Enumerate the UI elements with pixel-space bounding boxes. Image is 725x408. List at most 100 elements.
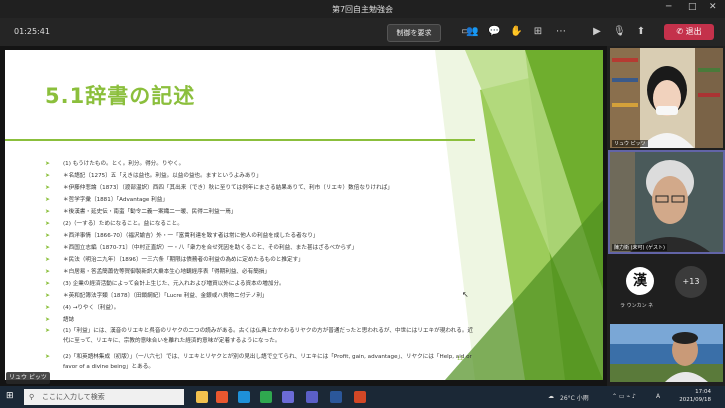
bullet-arrow-icon: ➤ bbox=[45, 196, 51, 203]
slide-title: 5.1辞書の記述 bbox=[45, 84, 196, 108]
participants-panel: リュウ ピッツ 陳力衛 (未可) (ゲスト) 漢 ラ ウンカン ネ bbox=[607, 46, 725, 386]
bullet-item: ➤ ＊伊藤仲悲論〔1873〕（渡部温訳）西四「其出来（でき）秋に至りては例年にまさ… bbox=[45, 182, 475, 194]
taskbar-search[interactable]: ⚲ ここに入力して検索 bbox=[24, 389, 184, 405]
reactions-icon[interactable]: ✋ bbox=[510, 26, 522, 38]
video-tile-active[interactable]: 陳力衛 (未可) (ゲスト) bbox=[608, 150, 725, 254]
window-titlebar: 第7回自主勉強会 ─ □ ✕ bbox=[0, 0, 725, 18]
mic-icon[interactable]: 🎙 bbox=[613, 26, 626, 38]
chrome-icon[interactable] bbox=[260, 391, 272, 403]
bullet-item: ➤ ＊西国立志編〔1870-71〕（中村正直訳）一・八「衆力を合せ死因を助くること… bbox=[45, 242, 475, 254]
more-participants-button[interactable]: +13 bbox=[675, 266, 707, 298]
bullet-arrow-icon: ➤ bbox=[45, 220, 51, 227]
file-explorer-icon[interactable] bbox=[196, 391, 208, 403]
bullet-item: ➤ ＊西洋事情〔1866-70〕（福沢諭吉）外・一「富貴利達を致す者は常に他人の利… bbox=[45, 230, 475, 242]
bullet-text: ＊後漢書・延史伝・南蛮「勧令二義一案織二一暖、民得二利益一焉」 bbox=[63, 209, 237, 215]
bullet-text: ＊英和記簿法字類〔1878〕（田鎖綱紀）「Lucre 利益、金銀或ハ貨物ニ付テノ… bbox=[63, 293, 268, 299]
mouse-cursor-icon: ↖ bbox=[462, 290, 469, 299]
clock-date: 2021/09/18 bbox=[679, 397, 711, 403]
phone-icon: ✆ bbox=[676, 27, 686, 36]
more-icon[interactable]: ⋯ bbox=[555, 26, 567, 38]
bullet-item: ➤ ＊哲学字彙〔1881〕「Advantage 利益」 bbox=[45, 194, 475, 206]
bullet-text: 語誌 bbox=[63, 317, 75, 323]
word-icon[interactable] bbox=[330, 391, 342, 403]
window-title: 第7回自主勉強会 bbox=[331, 5, 394, 14]
weather-text[interactable]: 26°C 小雨 bbox=[560, 393, 589, 402]
office-icon[interactable] bbox=[216, 391, 228, 403]
bullet-arrow-icon: ➤ bbox=[45, 327, 51, 334]
bullet-arrow-icon: ➤ bbox=[45, 232, 51, 239]
bullet-item: ➤ (4) →りやく（利益）。 bbox=[45, 302, 475, 314]
leave-label: 退出 bbox=[685, 27, 702, 36]
bullet-item: ➤ ＊白居易・答孟簡蕭佐等賀御製新訳大乗本生心地観経序表「得期利益、必有簡損」 bbox=[45, 266, 475, 278]
windows-start-icon[interactable]: ⊞ bbox=[6, 391, 14, 401]
shared-screen: 5.1辞書の記述 ➤ (1) もうけたもの。とく。利分。得分。りやく。 ➤ ＊名語記… bbox=[0, 46, 607, 386]
request-control-button[interactable]: 制御を要求 bbox=[387, 24, 441, 42]
bullet-arrow-icon: ➤ bbox=[45, 172, 51, 179]
bullet-text: (2)「和英語林集成（初版）」（一八六七）では、リエキとリヤクとが別の見出し語で… bbox=[63, 354, 472, 370]
bullet-text: (3) 企業の経済活動によって会計上生じた、元入れおよび増資以外による資本の増加… bbox=[63, 281, 285, 287]
taskbar-clock[interactable]: 17:04 2021/09/18 bbox=[679, 388, 711, 404]
bullet-text: ＊民法（明治二九年）〔1896〕一三六条「期限は債務者の利益の為めに定めたるもの… bbox=[63, 257, 304, 263]
bullet-item: ➤ (1)「利益」には、漢音のリエキと呉音のリヤクの二つの読みがある。古くは仏典と… bbox=[45, 326, 475, 350]
people-icon[interactable]: 👥 bbox=[466, 26, 478, 38]
bullet-text: ＊西洋事情〔1866-70〕（福沢諭吉）外・一「富貴利達を致す者は常に他人の利益… bbox=[63, 233, 319, 239]
title-underline bbox=[5, 139, 475, 141]
bullet-arrow-icon: ➤ bbox=[45, 304, 51, 311]
slide: 5.1辞書の記述 ➤ (1) もうけたもの。とく。利分。得分。りやく。 ➤ ＊名語記… bbox=[5, 50, 603, 380]
bullet-arrow-icon: ➤ bbox=[45, 280, 51, 287]
camera-icon[interactable]: ▶ bbox=[591, 26, 603, 38]
bullet-item: ➤ 語誌 bbox=[45, 314, 475, 326]
bullet-text: ＊名語記〔1275〕五「えきは益也。利益。以益の益也。ますというよみあり」 bbox=[63, 173, 262, 179]
bullet-item: ➤ ＊英和記簿法字類〔1878〕（田鎖綱紀）「Lucre 利益、金銀或ハ貨物ニ付テ… bbox=[45, 290, 475, 302]
bullet-arrow-icon: ➤ bbox=[45, 244, 51, 251]
bullet-arrow-icon: ➤ bbox=[45, 160, 51, 167]
bullet-text: (1) もうけたもの。とく。利分。得分。りやく。 bbox=[63, 161, 185, 167]
chat-icon[interactable]: 💬 bbox=[488, 26, 500, 38]
minimize-icon[interactable]: ─ bbox=[666, 2, 671, 12]
participant-video bbox=[610, 324, 723, 382]
page-number: 12 bbox=[457, 356, 464, 362]
edge-icon[interactable] bbox=[238, 391, 250, 403]
slide-bullets: ➤ (1) もうけたもの。とく。利分。得分。りやく。 ➤ ＊名語記〔1275〕五「え… bbox=[45, 158, 475, 376]
rooms-icon[interactable]: ⊞ bbox=[532, 26, 544, 38]
bullet-item: ➤ ＊後漢書・延史伝・南蛮「勧令二義一案織二一暖、民得二利益一焉」 bbox=[45, 206, 475, 218]
participant-name: リュウ ピッツ bbox=[612, 140, 648, 147]
bullet-item: ➤ (3) 企業の経済活動によって会計上生じた、元入れおよび増資以外による資本の増… bbox=[45, 278, 475, 290]
app-icon[interactable] bbox=[282, 391, 294, 403]
bullet-arrow-icon: ➤ bbox=[45, 268, 51, 275]
bullet-item: ➤ ＊民法（明治二九年）〔1896〕一三六条「期限は債務者の利益の為めに定めたるも… bbox=[45, 254, 475, 266]
maximize-icon[interactable]: □ bbox=[688, 2, 697, 12]
presenter-name: リュウ ピッツ bbox=[6, 372, 50, 384]
participant-avatar[interactable]: 漢 bbox=[626, 267, 654, 295]
bullet-item: ➤ (1) もうけたもの。とく。利分。得分。りやく。 bbox=[45, 158, 475, 170]
teams-icon[interactable] bbox=[306, 391, 318, 403]
tray-icons[interactable]: ⌃ ▭ ⌁ ♪ bbox=[612, 393, 636, 400]
bullet-arrow-icon: ➤ bbox=[45, 256, 51, 263]
bullet-item: ➤ ＊名語記〔1275〕五「えきは益也。利益。以益の益也。ますというよみあり」 bbox=[45, 170, 475, 182]
bullet-arrow-icon: ➤ bbox=[45, 184, 51, 191]
participant-video bbox=[610, 152, 723, 252]
bullet-arrow-icon: ➤ bbox=[45, 316, 51, 323]
input-language[interactable]: A bbox=[656, 393, 660, 400]
bullet-arrow-icon: ➤ bbox=[45, 353, 51, 360]
leave-button[interactable]: ✆ 退出 bbox=[664, 24, 714, 40]
bullet-text: (1)「利益」には、漢音のリエキと呉音のリヤクの二つの読みがある。古くは仏典とか… bbox=[63, 328, 474, 344]
bullet-text: ＊白居易・答孟簡蕭佐等賀御製新訳大乗本生心地観経序表「得期利益、必有簡損」 bbox=[63, 269, 270, 275]
bullet-item: ➤ (2)「和英語林集成（初版）」（一八六七）では、リエキとリヤクとが別の見出し語… bbox=[45, 352, 475, 376]
bullet-text: (2)（一する）ためになること。益になること。 bbox=[63, 221, 183, 227]
weather-icon[interactable]: ☁ bbox=[548, 393, 554, 400]
bullet-text: ＊伊藤仲悲論〔1873〕（渡部温訳）西四「其出来（でき）秋に至りては例年にまさる… bbox=[63, 185, 393, 191]
video-tile[interactable]: リュウ ピッツ bbox=[610, 48, 723, 148]
search-placeholder: ここに入力して検索 bbox=[42, 393, 105, 401]
self-video-tile[interactable] bbox=[610, 324, 723, 382]
participant-name: ラ ウンカン ネ bbox=[620, 303, 654, 309]
powerpoint-icon[interactable] bbox=[354, 391, 366, 403]
share-icon[interactable]: ⬆ bbox=[635, 26, 647, 38]
bullet-arrow-icon: ➤ bbox=[45, 208, 51, 215]
bullet-text: (4) →りやく（利益）。 bbox=[63, 305, 120, 311]
meeting-toolbar: 01:25:41 制御を要求 ▭ 👥 💬 ✋ ⊞ ⋯ ▶ 🎙 ⬆ ✆ 退出 bbox=[0, 18, 725, 46]
close-icon[interactable]: ✕ bbox=[709, 2, 717, 12]
clock-time: 17:04 bbox=[695, 389, 711, 395]
bullet-text: ＊西国立志編〔1870-71〕（中村正直訳）一・八「衆力を合せ死因を助くること、… bbox=[63, 245, 358, 251]
bullet-text: ＊哲学字彙〔1881〕「Advantage 利益」 bbox=[63, 197, 168, 203]
